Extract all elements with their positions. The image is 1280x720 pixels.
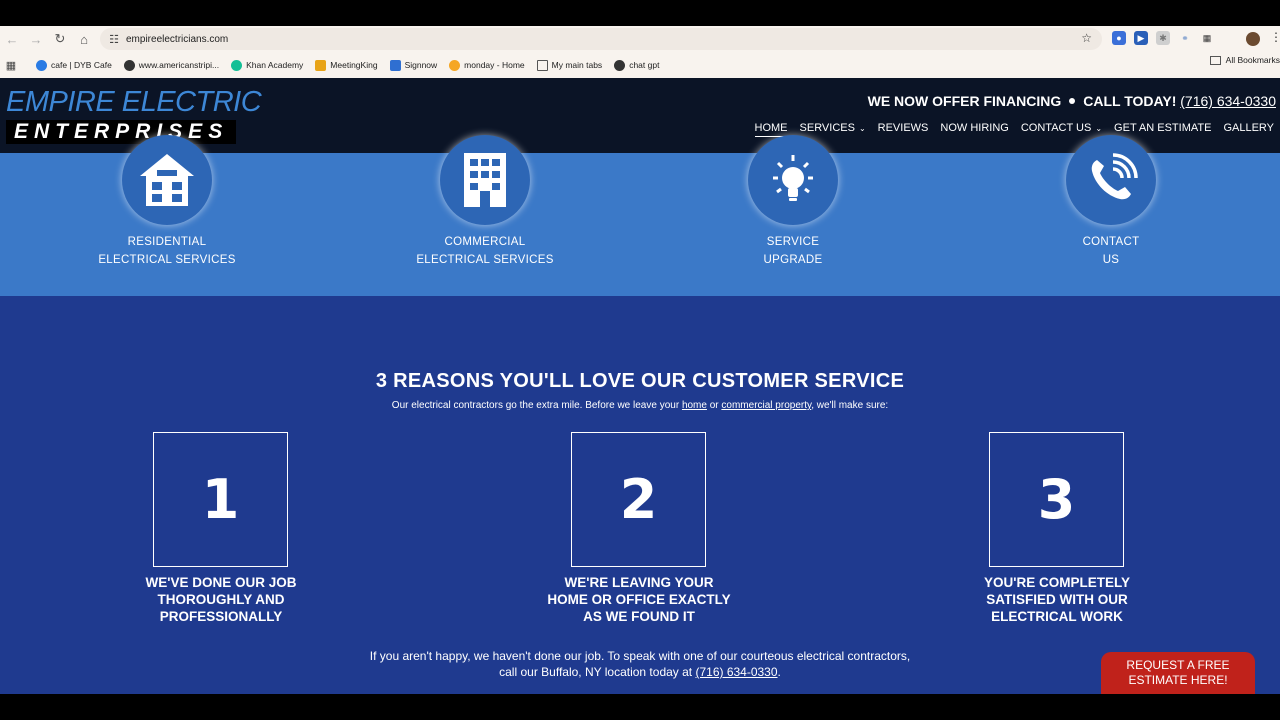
bookmark-favicon-icon (315, 59, 327, 71)
bookmark-favicon-icon (614, 59, 626, 71)
bookmark-label: Khan Academy (246, 60, 304, 70)
extension-link-icon[interactable]: ⚭ (1178, 31, 1192, 45)
lightbulb-icon (748, 135, 838, 225)
house-icon (122, 135, 212, 225)
bookmark-folder[interactable]: My main tabs (531, 55, 609, 75)
apps-grid-icon[interactable]: ▦ (2, 59, 20, 72)
commercial-property-link[interactable]: commercial property (721, 400, 811, 411)
nav-contact[interactable]: CONTACT US ⌄ (1021, 122, 1102, 137)
reasons-section: 3 REASONS YOU'LL LOVE OUR CUSTOMER SERVI… (0, 296, 1280, 694)
reasons-subtitle: Our electrical contractors go the extra … (391, 400, 889, 411)
folder-icon (536, 59, 548, 71)
service-label: CONTACT US (1082, 236, 1140, 266)
footer-phone-link[interactable]: (716) 634-0330 (695, 665, 777, 679)
main-nav: HOME SERVICES ⌄ REVIEWS NOW HIRING CONTAC… (754, 122, 1274, 137)
folder-icon (1209, 55, 1221, 65)
bookmark-label: My main tabs (551, 60, 603, 70)
extension-play-icon[interactable]: ▶ (1134, 31, 1148, 45)
reasons-title: 3 REASONS YOU'LL LOVE OUR CUSTOMER SERVI… (375, 370, 905, 392)
nav-reviews[interactable]: REVIEWS (878, 122, 929, 137)
bookmark-item[interactable]: monday - Home (443, 55, 530, 75)
browser-chrome: ← → ↻ ⌂ ☷ empireelectricians.com ☆ ● ▶ ✱… (0, 26, 1280, 78)
bullet-dot (1069, 98, 1076, 104)
bookmark-favicon-icon (389, 59, 401, 71)
reload-icon[interactable]: ↻ (48, 27, 72, 51)
extensions-puzzle-icon[interactable]: ▦ (1200, 31, 1214, 45)
nav-contact-label: CONTACT US (1020, 122, 1092, 134)
reason-caption: YOU'RE COMPLETELY SATISFIED WITH OUR ELECT… (984, 575, 1130, 624)
bookmark-label: monday - Home (464, 60, 525, 70)
header-topline: WE NOW OFFER FINANCING CALL TODAY! (716) … (868, 93, 1276, 109)
nav-now-hiring[interactable]: NOW HIRING (940, 122, 1008, 137)
screen: ← → ↻ ⌂ ☷ empireelectricians.com ☆ ● ▶ ✱… (0, 0, 1280, 720)
bookmark-item[interactable]: www.americanstripi... (118, 55, 225, 75)
extension-compass-icon[interactable]: ✱ (1156, 31, 1170, 45)
reasons-footer-text: If you aren't happy, we haven't done our… (369, 649, 911, 679)
nav-estimate[interactable]: GET AN ESTIMATE (1114, 122, 1211, 137)
building-icon (440, 135, 530, 225)
all-bookmarks[interactable]: All Bookmarks (1209, 55, 1280, 65)
bookmark-item[interactable]: Signnow (384, 55, 444, 75)
nav-services[interactable]: SERVICES ⌄ (800, 122, 866, 137)
reason-caption: WE'VE DONE OUR JOB THOROUGHLY AND PROFESSI… (145, 575, 297, 624)
chevron-down-icon: ⌄ (1095, 124, 1103, 133)
forward-icon[interactable]: → (24, 27, 48, 51)
bookmark-favicon-icon (36, 59, 47, 71)
reason-number-box: 1 (153, 432, 288, 567)
all-bookmarks-label: All Bookmarks (1225, 55, 1280, 65)
site-info-icon[interactable]: ☷ (102, 33, 126, 46)
back-icon[interactable]: ← (0, 27, 24, 51)
bookmark-favicon-icon (231, 59, 243, 71)
service-label: SERVICE UPGRADE (763, 236, 823, 266)
bookmark-star-icon[interactable]: ☆ (1081, 31, 1092, 45)
extension-icon[interactable]: ● (1112, 31, 1126, 45)
services-strip: RESIDENTIAL ELECTRICAL SERVICES COMMERCIA… (0, 135, 1280, 296)
menu-kebab-icon[interactable]: ⋮ (1270, 30, 1280, 44)
logo-line1[interactable]: EMPIRE ELECTRIC (6, 86, 262, 119)
financing-text: WE NOW OFFER FINANCING (867, 93, 1062, 109)
chevron-down-icon: ⌄ (858, 124, 866, 133)
nav-services-label: SERVICES (799, 122, 855, 134)
url-text: empireelectricians.com (126, 33, 229, 45)
header-phone-link[interactable]: (716) 634-0330 (1180, 93, 1276, 109)
call-label: CALL TODAY! (1083, 93, 1177, 109)
reason-caption: WE'RE LEAVING YOUR HOME OR OFFICE EXACTLY… (547, 575, 731, 624)
extensions: ● ▶ ✱ ⚭ ▦ (1112, 31, 1214, 45)
bookmark-label: www.americanstripi... (138, 60, 220, 70)
home-icon[interactable]: ⌂ (72, 27, 96, 51)
nav-gallery[interactable]: GALLERY (1223, 122, 1274, 137)
reason-number-box: 3 (989, 432, 1124, 567)
address-bar[interactable]: ☷ empireelectricians.com ☆ (100, 28, 1102, 50)
bookmark-item[interactable]: chat gpt (608, 55, 665, 75)
bookmark-favicon-icon (123, 59, 135, 71)
logo-line2[interactable]: ENTERPRISES (6, 120, 237, 144)
profile-avatar[interactable] (1246, 32, 1260, 46)
bookmark-label: Signnow (404, 60, 438, 70)
home-link[interactable]: home (682, 400, 707, 411)
service-label: COMMERCIAL ELECTRICAL SERVICES (416, 236, 554, 266)
bookmark-label: cafe | DYB Cafe (51, 60, 112, 70)
bottom-letterbox (0, 694, 1280, 720)
request-estimate-button[interactable]: REQUEST A FREE ESTIMATE HERE! (1101, 652, 1255, 694)
bookmark-favicon-icon (449, 59, 461, 71)
bookmark-label: chat gpt (629, 60, 660, 70)
bookmark-item[interactable]: cafe | DYB Cafe (30, 55, 118, 75)
bookmark-item[interactable]: Khan Academy (225, 55, 309, 75)
bookmark-label: MeetingKing (330, 60, 378, 70)
service-label: RESIDENTIAL ELECTRICAL SERVICES (98, 236, 236, 266)
phone-icon (1066, 135, 1156, 225)
address-row: ← → ↻ ⌂ ☷ empireelectricians.com ☆ ● ▶ ✱… (0, 26, 1280, 52)
bookmarks-bar: ▦ cafe | DYB Cafe www.americanstripi... … (0, 52, 1280, 78)
bookmark-item[interactable]: MeetingKing (309, 55, 383, 75)
reason-number-box: 2 (571, 432, 706, 567)
nav-home[interactable]: HOME (754, 122, 788, 137)
